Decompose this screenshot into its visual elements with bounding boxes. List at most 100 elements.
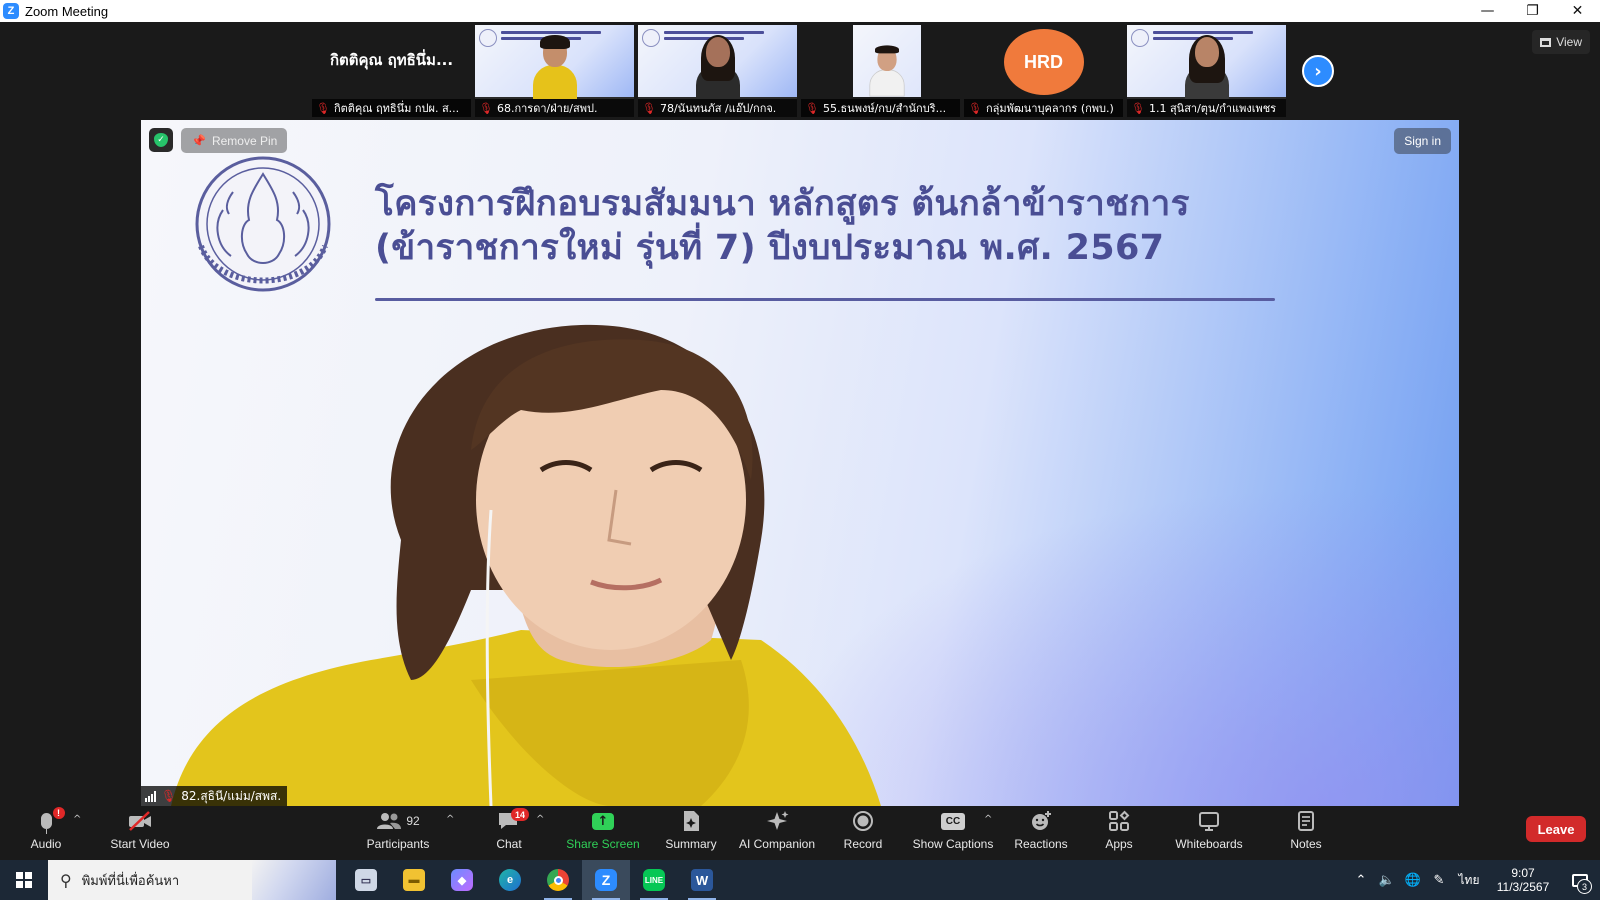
- chat-label: Chat: [496, 837, 522, 851]
- remove-pin-button[interactable]: 📌 Remove Pin: [181, 128, 288, 153]
- network-globe-icon[interactable]: 🌐: [1400, 873, 1426, 888]
- muted-mic-icon: 🎙: [161, 789, 177, 803]
- captions-options-caret[interactable]: ^: [984, 814, 992, 825]
- participant-tile[interactable]: กิตติคุณ ฤทธินึ่ม... 🎙 กิตติคุณ ฤทธินึ่ม …: [312, 25, 471, 117]
- seal-icon: [1131, 29, 1149, 47]
- participant-display-name: กิตติคุณ ฤทธินึ่ม...: [329, 51, 454, 69]
- speaker-icon[interactable]: 🔈: [1374, 873, 1400, 888]
- meeting-toolbar: ! Audio ^ Start Video 92 Participants ^ …: [0, 806, 1600, 860]
- grid-view-icon: [1540, 37, 1552, 47]
- participant-label: 🎙 กิตติคุณ ฤทธินึ่ม กปผ. ส...: [312, 99, 471, 117]
- muted-mic-icon: 🎙: [1131, 101, 1145, 115]
- clock-time: 9:07: [1511, 866, 1535, 880]
- participant-name: กิตติคุณ ฤทธินึ่ม กปผ. ส...: [333, 102, 460, 115]
- input-language-indicator[interactable]: ไทย: [1452, 871, 1486, 890]
- main-video[interactable]: โครงการฝึกอบรมสัมมนา หลักสูตร ต้นกล้าข้า…: [141, 120, 1459, 806]
- summary-icon: [684, 811, 699, 831]
- whiteboards-button[interactable]: Whiteboards: [1170, 806, 1248, 860]
- taskbar-app-line[interactable]: LINE: [630, 860, 678, 900]
- participant-label: 🎙 1.1 สุนิสา/ตุน/กำแพงเพชร: [1127, 99, 1286, 117]
- muted-mic-icon: 🎙: [316, 101, 330, 115]
- chat-options-caret[interactable]: ^: [536, 814, 544, 825]
- smiley-icon: [1032, 811, 1051, 830]
- record-button[interactable]: Record: [840, 806, 886, 860]
- participant-name: 78/นันทนภัส /แอ๊ป/กกจ.: [659, 102, 777, 115]
- start-video-button[interactable]: Start Video: [104, 806, 176, 860]
- next-page-button[interactable]: ›: [1302, 55, 1334, 87]
- participant-tile[interactable]: 🎙 55.ธนพงษ์/กบ/สำนักบริ...: [801, 25, 960, 117]
- video-off-icon: [127, 806, 153, 836]
- clock-date: 11/3/2567: [1496, 880, 1550, 894]
- search-placeholder: พิมพ์ที่นี่เพื่อค้นหา: [81, 873, 180, 889]
- sparkle-icon: [767, 811, 789, 830]
- sign-in-button[interactable]: Sign in: [1394, 128, 1451, 154]
- taskbar-app-file-explorer[interactable]: ▬: [390, 860, 438, 900]
- participant-name: 1.1 สุนิสา/ตุน/กำแพงเพชร: [1148, 102, 1277, 115]
- participant-tile[interactable]: HRD 🎙 กลุ่มพัฒนาบุคลากร (กพบ.): [964, 25, 1123, 117]
- word-icon: W: [691, 869, 713, 891]
- security-shield-icon[interactable]: ✓: [149, 128, 173, 152]
- participant-label: 🎙 55.ธนพงษ์/กบ/สำนักบริ...: [801, 99, 960, 117]
- participant-tile[interactable]: 🎙 68.การดา/ฝ่าย/สพป.: [475, 25, 634, 117]
- signal-strength-icon: [145, 790, 156, 802]
- taskbar-app-zoom[interactable]: Z: [582, 860, 630, 900]
- participants-options-caret[interactable]: ^: [446, 814, 454, 825]
- notification-center-button[interactable]: 3: [1560, 860, 1600, 900]
- view-button[interactable]: View: [1532, 30, 1590, 54]
- system-tray: ⌃ 🔈 🌐 ✎ ไทย 9:07 11/3/2567 3: [1348, 860, 1600, 900]
- photos-icon: ▭: [355, 869, 377, 891]
- reactions-label: Reactions: [1014, 837, 1068, 851]
- start-button[interactable]: [0, 860, 48, 900]
- muted-mic-icon: 🎙: [968, 101, 982, 115]
- folder-icon: ▬: [403, 869, 425, 891]
- share-screen-button[interactable]: ↑ Share Screen: [564, 806, 642, 860]
- muted-mic-icon: 🎙: [642, 101, 656, 115]
- minimize-button[interactable]: —: [1465, 0, 1510, 22]
- hrd-logo: HRD: [1003, 29, 1084, 95]
- speaker-name-tag: 🎙 82.สุธินี/แม่ม/สพส.: [141, 786, 288, 806]
- notes-icon: [1298, 811, 1314, 831]
- pinned-apps: ▭ ▬ ◆ e Z LINE W: [342, 860, 726, 900]
- apps-button[interactable]: Apps: [1100, 806, 1138, 860]
- participant-tile[interactable]: 🎙 1.1 สุนิสา/ตุน/กำแพงเพชร: [1127, 25, 1286, 117]
- seal-icon: [479, 29, 497, 47]
- participant-label: 🎙 กลุ่มพัฒนาบุคลากร (กพบ.): [964, 99, 1123, 117]
- audio-button[interactable]: ! Audio: [20, 806, 72, 860]
- notification-count: 3: [1577, 879, 1592, 894]
- slide-background: [853, 25, 921, 97]
- taskbar-app-copilot[interactable]: ◆: [438, 860, 486, 900]
- participant-label: 🎙 68.การดา/ฝ่าย/สพป.: [475, 99, 634, 117]
- zoom-app-icon: Z: [3, 3, 19, 19]
- notes-label: Notes: [1290, 837, 1322, 851]
- line-icon: LINE: [643, 869, 665, 891]
- search-highlight-image: [252, 860, 336, 900]
- participants-button[interactable]: 92 Participants: [360, 806, 436, 860]
- reactions-button[interactable]: Reactions: [1010, 806, 1072, 860]
- taskbar-app-word[interactable]: W: [678, 860, 726, 900]
- chevron-up-icon[interactable]: ⌃: [1348, 873, 1374, 888]
- participant-name: กลุ่มพัฒนาบุคลากร (กพบ.): [985, 102, 1114, 115]
- taskbar-app-edge[interactable]: e: [486, 860, 534, 900]
- restore-button[interactable]: ❐: [1510, 0, 1555, 22]
- leave-button[interactable]: Leave: [1526, 816, 1586, 842]
- participants-icon: [377, 813, 402, 829]
- taskbar-app-chrome[interactable]: [534, 860, 582, 900]
- whiteboards-label: Whiteboards: [1175, 837, 1243, 851]
- microphone-icon: [40, 813, 52, 834]
- chat-button[interactable]: 14 Chat: [488, 806, 530, 860]
- pen-icon[interactable]: ✎: [1426, 873, 1452, 888]
- captions-icon: CC: [941, 812, 965, 830]
- close-button[interactable]: ✕: [1555, 0, 1600, 22]
- ai-companion-button[interactable]: AI Companion: [736, 806, 818, 860]
- taskbar-clock[interactable]: 9:07 11/3/2567: [1486, 866, 1560, 894]
- chevron-right-icon: ›: [1314, 60, 1322, 82]
- participant-video: [1184, 35, 1229, 99]
- taskbar-app-photos[interactable]: ▭: [342, 860, 390, 900]
- taskbar-search-box[interactable]: ⚲ พิมพ์ที่นี่เพื่อค้นหา: [48, 860, 336, 900]
- notes-button[interactable]: Notes: [1286, 806, 1326, 860]
- audio-options-caret[interactable]: ^: [73, 814, 81, 825]
- copilot-icon: ◆: [451, 869, 473, 891]
- participant-label: 🎙 78/นันทนภัส /แอ๊ป/กกจ.: [638, 99, 797, 117]
- summary-button[interactable]: Summary: [662, 806, 720, 860]
- participant-tile[interactable]: 🎙 78/นันทนภัส /แอ๊ป/กกจ.: [638, 25, 797, 117]
